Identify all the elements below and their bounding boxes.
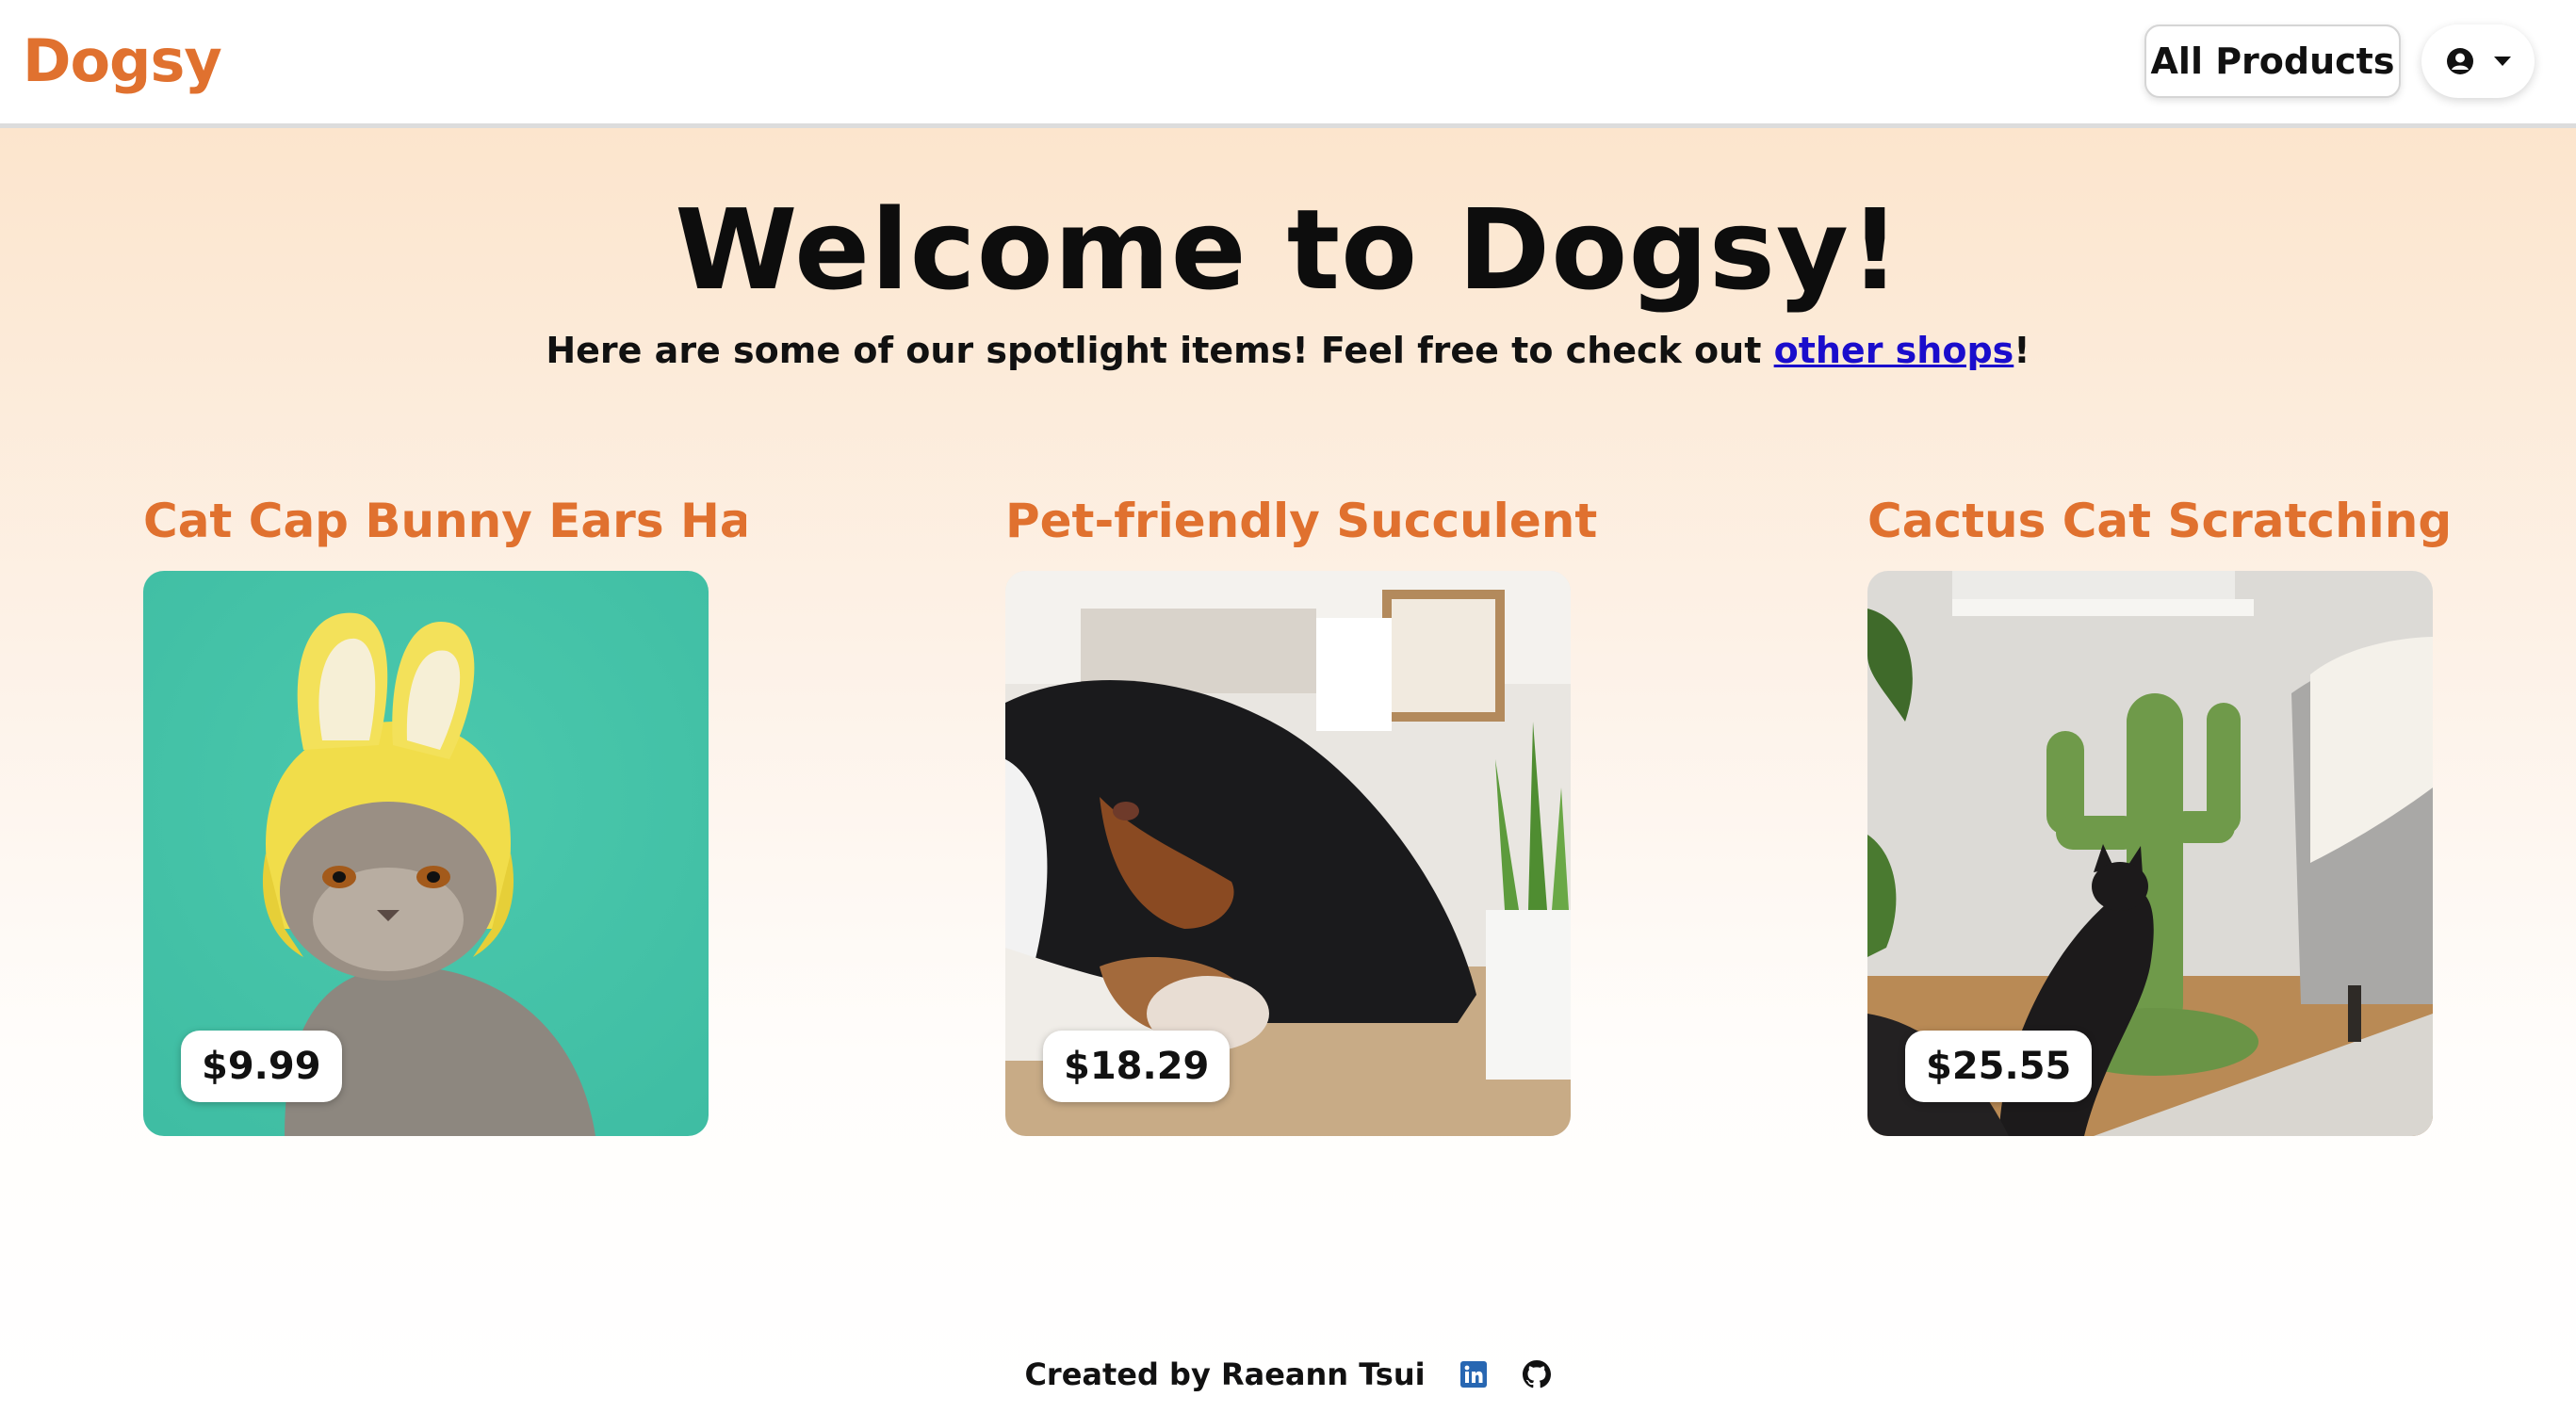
product-card[interactable]: Pet-friendly Succulent ... $18.29 bbox=[1005, 488, 1608, 1136]
caret-down-icon bbox=[2494, 57, 2511, 66]
price-badge: $18.29 bbox=[1043, 1031, 1231, 1102]
user-menu-button[interactable] bbox=[2421, 24, 2535, 98]
footer-credit: Created by Raeann Tsui bbox=[1024, 1356, 1426, 1392]
subtitle-text: Here are some of our spotlight items! Fe… bbox=[546, 330, 1774, 371]
product-card[interactable]: Cat Cap Bunny Ears Ha... $9.99 bbox=[143, 488, 746, 1136]
github-icon[interactable] bbox=[1522, 1359, 1552, 1389]
price-badge: $25.55 bbox=[1905, 1031, 2093, 1102]
product-title[interactable]: Pet-friendly Succulent ... bbox=[1005, 488, 1608, 554]
product-title[interactable]: Cat Cap Bunny Ears Ha... bbox=[143, 488, 746, 554]
linkedin-icon[interactable] bbox=[1459, 1360, 1488, 1389]
footer: Created by Raeann Tsui bbox=[0, 1356, 2576, 1404]
page-title: Welcome to Dogsy! bbox=[675, 185, 1901, 315]
product-title[interactable]: Cactus Cat Scratching ... bbox=[1867, 488, 2470, 554]
navbar: Dogsy All Products bbox=[0, 0, 2576, 128]
price-badge: $9.99 bbox=[181, 1031, 342, 1102]
user-circle-icon bbox=[2447, 48, 2473, 74]
logo[interactable]: Dogsy bbox=[23, 26, 222, 95]
product-image-dog-succulent[interactable]: $18.29 bbox=[1005, 571, 1571, 1136]
product-image-cat-cactus-scratcher[interactable]: $25.55 bbox=[1867, 571, 2433, 1136]
product-card[interactable]: Cactus Cat Scratching ... $25.55 bbox=[1867, 488, 2470, 1136]
all-products-button[interactable]: All Products bbox=[2144, 24, 2401, 98]
product-image-cat-bunny-hat[interactable]: $9.99 bbox=[143, 571, 709, 1136]
hero-section: Welcome to Dogsy! Here are some of our s… bbox=[0, 128, 2576, 1413]
subtitle-suffix: ! bbox=[2014, 330, 2030, 371]
other-shops-link[interactable]: other shops bbox=[1774, 330, 2014, 371]
page-subtitle: Here are some of our spotlight items! Fe… bbox=[0, 330, 2576, 371]
